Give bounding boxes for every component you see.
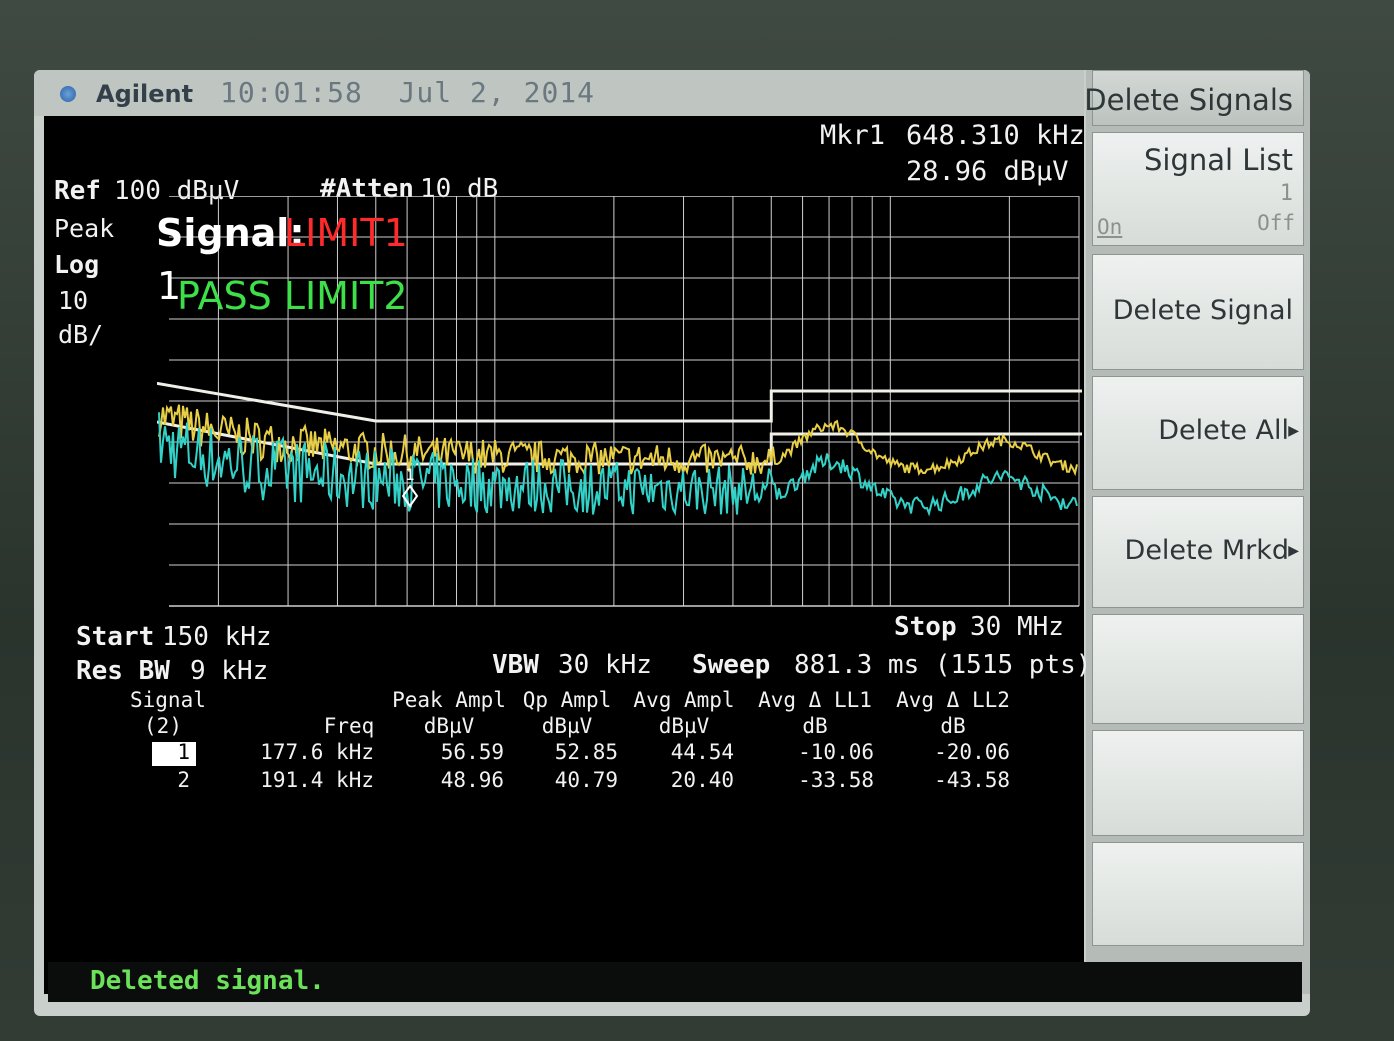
row-peak-ampl: 48.96	[440, 768, 504, 792]
col-header-qp-ampl: Qp Ampl	[522, 688, 612, 712]
plot-grid	[169, 196, 1080, 607]
agilent-logo-icon	[60, 86, 76, 102]
scale-type: Log	[54, 250, 100, 279]
col-header-avg-ll2: Avg Δ LL2	[896, 688, 1010, 712]
row-avg-ll2: -20.06	[934, 740, 1010, 764]
col-header-avg-unit: dBµV	[658, 714, 710, 738]
spectrum-plot: 1	[157, 196, 1082, 607]
signal-list-toggle[interactable]: Signal List 1 On Off	[1092, 132, 1304, 246]
menu-title-text: Delete Signals	[1084, 83, 1293, 117]
detector-mode: Peak	[54, 214, 115, 243]
col-header-peak-unit: dBµV	[423, 714, 475, 738]
delete-marked-label: Delete Mrkd	[1124, 535, 1289, 566]
col-header-avg-ampl: Avg Ampl	[633, 688, 735, 712]
title-bar: Agilent 10:01:58 Jul 2, 2014	[34, 70, 1084, 116]
softkey-blank-7[interactable]	[1092, 730, 1304, 836]
marker-1: 1	[401, 465, 419, 508]
softkey-blank-6[interactable]	[1092, 614, 1304, 724]
row-avg-ll2: -43.58	[934, 768, 1010, 792]
row-avg-ll1: -10.06	[798, 740, 874, 764]
marker-frequency: 648.310 kHz	[906, 120, 1085, 151]
row-qp-ampl: 52.85	[554, 740, 618, 764]
row-avg-ll1: -33.58	[798, 768, 874, 792]
softkey-panel: Delete Signals Signal List 1 On Off Dele…	[1084, 70, 1310, 994]
ref-label: Ref	[54, 176, 101, 206]
col-header-signal-count: (2)	[144, 714, 182, 738]
row-signal-number: 1	[177, 740, 190, 764]
sweep-value: 881.3 ms (1515 pts)	[794, 650, 1092, 680]
stop-label: Stop	[894, 612, 957, 642]
sweep-label: Sweep	[692, 650, 771, 680]
clock-date: Jul 2, 2014	[398, 76, 596, 109]
delete-all-label: Delete All	[1158, 415, 1289, 446]
brand-name: Agilent	[96, 80, 194, 108]
delete-marked-button[interactable]: Delete Mrkd ▶	[1092, 496, 1304, 608]
scale-unit: dB/	[58, 320, 104, 349]
row-qp-ampl: 40.79	[554, 768, 618, 792]
vbw-label: VBW	[492, 650, 539, 680]
col-header-avg-ll1: Avg Δ LL1	[758, 688, 872, 712]
spectrum-display: Mkr1 648.310 kHz 28.96 dBµV Ref 100 dBµV…	[44, 116, 1091, 994]
col-header-ll1-unit: dB	[802, 714, 828, 738]
rbw-value: 9 kHz	[190, 656, 269, 686]
row-avg-ampl: 20.40	[670, 768, 734, 792]
average-trace	[158, 412, 1078, 517]
signal-list-table: Signal (2) Freq Peak Ampl dBµV Qp Ampl d…	[84, 688, 1064, 908]
toggle-on-option[interactable]: On	[1097, 215, 1122, 239]
col-header-peak-ampl: Peak Ampl	[392, 688, 506, 712]
status-bar: Deleted signal.	[48, 962, 1302, 1002]
datetime: 10:01:58 Jul 2, 2014	[220, 76, 595, 109]
delete-signal-label: Delete Signal	[1112, 295, 1293, 326]
signal-list-value: 1	[1279, 181, 1293, 206]
col-header-qp-unit: dBµV	[541, 714, 593, 738]
start-value: 150 kHz	[162, 622, 272, 652]
marker-label: Mkr1	[820, 120, 886, 151]
col-header-signal: Signal	[130, 688, 206, 712]
delete-all-button[interactable]: Delete All ▶	[1092, 376, 1304, 490]
clock-time: 10:01:58	[220, 76, 363, 109]
softkey-menu-title: Delete Signals	[1084, 70, 1304, 126]
marker-number: 1	[405, 465, 415, 484]
softkey-blank-8[interactable]	[1092, 842, 1304, 946]
limit2-pass-label: PASS LIMIT2	[177, 274, 408, 318]
rbw-label: Res BW	[76, 656, 170, 686]
marker-amplitude: 28.96 dBµV	[906, 156, 1069, 187]
signal-overlay-label: Signal:	[156, 211, 305, 255]
start-label: Start	[76, 622, 155, 652]
row-freq: 191.4 kHz	[260, 768, 374, 792]
row-signal-number: 2	[177, 768, 190, 792]
stop-value: 30 MHz	[970, 612, 1064, 642]
status-message: Deleted signal.	[90, 966, 325, 996]
delete-signal-button[interactable]: Delete Signal	[1092, 254, 1304, 370]
submenu-arrow-icon: ▶	[1288, 543, 1299, 559]
vbw-value: 30 kHz	[558, 650, 652, 680]
row-peak-ampl: 56.59	[440, 740, 504, 764]
col-header-ll2-unit: dB	[940, 714, 966, 738]
limit1-label: LIMIT1	[284, 211, 408, 255]
scale-per-division: 10	[58, 286, 89, 315]
submenu-arrow-icon: ▶	[1288, 423, 1299, 439]
row-freq: 177.6 kHz	[260, 740, 374, 764]
analyzer-screen: Agilent 10:01:58 Jul 2, 2014 Mkr1 648.31…	[34, 70, 1310, 1016]
toggle-off-option[interactable]: Off	[1257, 211, 1295, 235]
signal-list-label: Signal List	[1144, 143, 1293, 177]
row-avg-ampl: 44.54	[670, 740, 734, 764]
